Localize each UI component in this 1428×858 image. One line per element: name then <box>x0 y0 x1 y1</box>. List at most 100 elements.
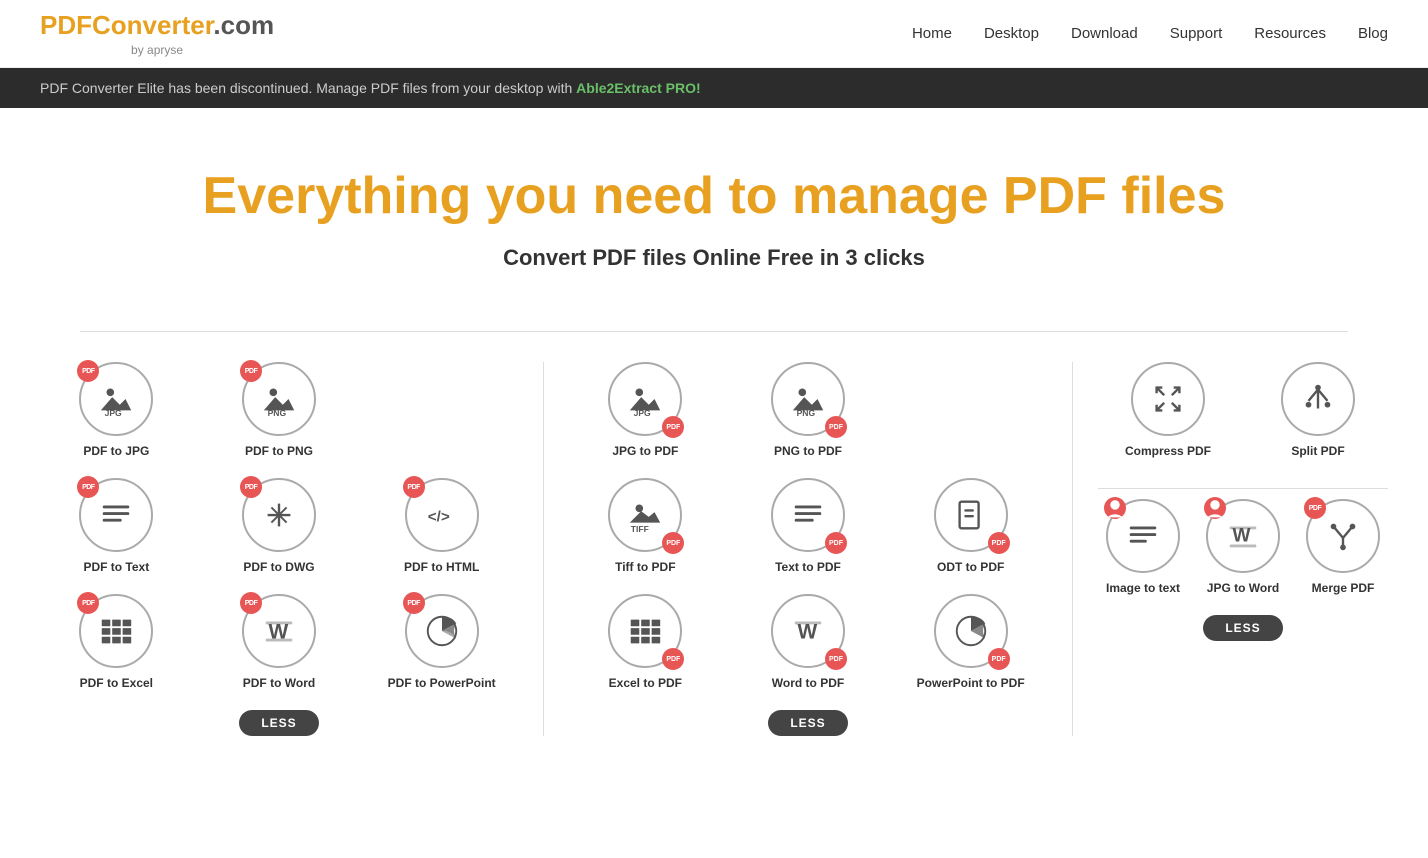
converter-label: PNG to PDF <box>774 444 842 458</box>
pdf-to-powerpoint-icon-circle: PDF <box>405 594 479 668</box>
pdf-to-jpg-icon-circle: PDF JPG <box>79 362 153 436</box>
converter-pdf-to-word[interactable]: PDF W PDF to Word <box>234 594 324 690</box>
middle-converter-grid: PDF JPG JPG to PDF PDF PNG <box>569 362 1047 690</box>
converter-excel-to-pdf[interactable]: PDF Excel to PDF <box>600 594 690 690</box>
excel-icon <box>626 612 664 650</box>
converter-powerpoint-to-pdf[interactable]: PDF PowerPoint to PDF <box>926 594 1016 690</box>
excel-icon <box>97 612 135 650</box>
right-converter-column: Compress PDF Split PDF <box>1098 362 1388 736</box>
logo[interactable]: PDFConverter.com by apryse <box>40 10 274 57</box>
announcement-link[interactable]: Able2Extract PRO! <box>576 80 700 96</box>
converter-text-to-pdf[interactable]: PDF Text to PDF <box>763 478 853 574</box>
converter-label: Split PDF <box>1291 444 1344 458</box>
svg-text:PNG: PNG <box>797 408 816 418</box>
pdf-badge: PDF <box>77 476 99 498</box>
odt-icon <box>952 496 990 534</box>
announcement-bar: PDF Converter Elite has been discontinue… <box>0 68 1428 108</box>
converter-label: PDF to Excel <box>80 676 153 690</box>
converter-image-to-text[interactable]: Image to text <box>1098 499 1188 595</box>
converter-label: Merge PDF <box>1312 581 1375 595</box>
jpg-word-icon: W <box>1224 517 1262 555</box>
jpg-to-pdf-icon-circle: PDF JPG <box>608 362 682 436</box>
converter-split-pdf[interactable]: Split PDF <box>1273 362 1363 458</box>
pdf-badge-br: PDF <box>825 532 847 554</box>
person-badge-icon <box>1204 489 1226 527</box>
pdf-badge-br: PDF <box>825 648 847 670</box>
converter-merge-pdf[interactable]: PDF Merge PDF <box>1298 499 1388 595</box>
pdf-badge-br: PDF <box>988 648 1010 670</box>
nav-download[interactable]: Download <box>1071 25 1138 42</box>
nav-blog[interactable]: Blog <box>1358 25 1388 42</box>
converter-label: Image to text <box>1106 581 1180 595</box>
jpg-icon: JPG <box>626 380 664 418</box>
pdf-badge: PDF <box>240 360 262 382</box>
odt-to-pdf-icon-circle: PDF <box>934 478 1008 552</box>
middle-less-button[interactable]: LESS <box>768 710 847 736</box>
nav-desktop[interactable]: Desktop <box>984 25 1039 42</box>
hero-headline: Everything you need to manage PDF files <box>40 168 1388 225</box>
pdf-badge <box>1104 497 1126 519</box>
converter-tiff-to-pdf[interactable]: PDF TIFF Tiff to PDF <box>600 478 690 574</box>
converter-compress-pdf[interactable]: Compress PDF <box>1123 362 1213 458</box>
pdf-badge-br: PDF <box>662 416 684 438</box>
word-icon: W <box>789 612 827 650</box>
nav-support[interactable]: Support <box>1170 25 1223 42</box>
converter-label: Excel to PDF <box>609 676 682 690</box>
middle-right-divider <box>1072 362 1073 736</box>
converter-pdf-to-powerpoint[interactable]: PDF PDF to PowerPoint <box>397 594 487 690</box>
image-to-text-icon-circle <box>1106 499 1180 573</box>
tiff-to-pdf-icon-circle: PDF TIFF <box>608 478 682 552</box>
left-less-button[interactable]: LESS <box>239 710 318 736</box>
pdf-to-dwg-icon-circle: PDF <box>242 478 316 552</box>
merge-pdf-icon-circle: PDF <box>1306 499 1380 573</box>
pdf-to-png-icon-circle: PDF PNG <box>242 362 316 436</box>
converter-label: PDF to DWG <box>243 560 314 574</box>
html-icon: </> <box>423 496 461 534</box>
person-badge-icon <box>1104 489 1126 527</box>
powerpoint-icon <box>423 612 461 650</box>
announcement-text: PDF Converter Elite has been discontinue… <box>40 80 576 96</box>
converter-pdf-to-png[interactable]: PDF PNG PDF to PNG <box>234 362 324 458</box>
powerpoint-to-pdf-icon-circle: PDF <box>934 594 1008 668</box>
converter-label: Compress PDF <box>1125 444 1211 458</box>
converter-label: PDF to JPG <box>83 444 149 458</box>
powerpoint-icon <box>952 612 990 650</box>
main-nav: Home Desktop Download Support Resources … <box>912 25 1388 42</box>
pdf-to-text-icon-circle: PDF <box>79 478 153 552</box>
word-icon: W <box>260 612 298 650</box>
pdf-badge-br: PDF <box>662 532 684 554</box>
text-lines-icon <box>789 496 827 534</box>
pdf-badge: PDF <box>77 592 99 614</box>
compress-icon <box>1149 380 1187 418</box>
converter-pdf-to-text[interactable]: PDF PDF to Text <box>71 478 161 574</box>
left-converter-grid: PDF JPG PDF to JPG PDF PNG <box>40 362 518 690</box>
converter-label: PDF to PowerPoint <box>388 676 496 690</box>
logo-converter: Converter <box>92 10 213 40</box>
converter-odt-to-pdf[interactable]: PDF ODT to PDF <box>926 478 1016 574</box>
right-inner-divider <box>1098 488 1388 489</box>
left-converter-column: PDF JPG PDF to JPG PDF PNG <box>40 362 518 736</box>
pdf-badge-br: PDF <box>662 648 684 670</box>
pdf-badge-br: PDF <box>988 532 1010 554</box>
converter-pdf-to-html[interactable]: PDF </> PDF to HTML <box>397 478 487 574</box>
converter-label: JPG to PDF <box>612 444 678 458</box>
png-icon: PNG <box>260 380 298 418</box>
converter-png-to-pdf[interactable]: PDF PNG PNG to PDF <box>763 362 853 458</box>
text-to-pdf-icon-circle: PDF <box>771 478 845 552</box>
pdf-badge: PDF <box>403 592 425 614</box>
converter-jpg-to-pdf[interactable]: PDF JPG JPG to PDF <box>600 362 690 458</box>
pdf-badge: PDF <box>1304 497 1326 519</box>
converter-label: Tiff to PDF <box>615 560 675 574</box>
converter-word-to-pdf[interactable]: PDF W Word to PDF <box>763 594 853 690</box>
right-less-button[interactable]: LESS <box>1203 615 1282 641</box>
nav-resources[interactable]: Resources <box>1254 25 1326 42</box>
converter-pdf-to-jpg[interactable]: PDF JPG PDF to JPG <box>71 362 161 458</box>
converter-pdf-to-dwg[interactable]: PDF PDF to DWG <box>234 478 324 574</box>
converter-label: ODT to PDF <box>937 560 1004 574</box>
middle-converter-column: PDF JPG JPG to PDF PDF PNG <box>569 362 1047 736</box>
logo-pdf: PDF <box>40 10 92 40</box>
converter-jpg-to-word[interactable]: W JPG to Word <box>1198 499 1288 595</box>
jpg-icon: JPG <box>97 380 135 418</box>
converter-pdf-to-excel[interactable]: PDF PDF to Excel <box>71 594 161 690</box>
nav-home[interactable]: Home <box>912 25 952 42</box>
